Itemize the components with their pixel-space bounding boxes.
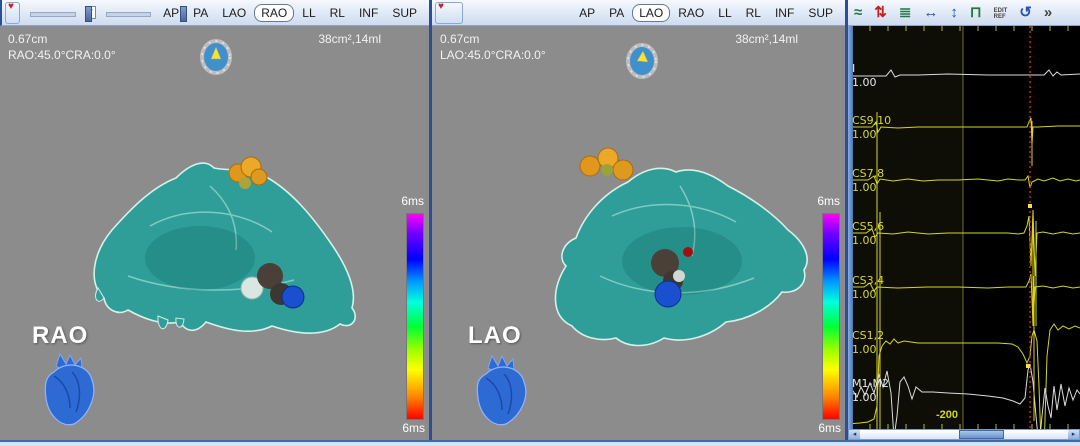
catheter-electrode-olive [601, 164, 613, 176]
catheter-electrode-blue [282, 286, 304, 308]
scroll-left-icon[interactable]: ◂ [849, 430, 860, 439]
orientation-button-inf[interactable]: INF [353, 5, 384, 21]
view-label: RAO [32, 322, 88, 350]
catheter-electrode-orange [251, 169, 267, 185]
colorbar-max-label: 6ms [401, 194, 424, 208]
mapping-workstation: { "rao_panel": { "orientation": {"button… [0, 0, 1080, 446]
trace-gain: 1.00 [852, 181, 877, 194]
trace-label[interactable]: CS9,10 [852, 114, 891, 127]
trace-gain: 1.00 [852, 343, 877, 356]
pulse-icon[interactable]: ⊓ [970, 1, 982, 25]
lesion-marker-red [683, 247, 693, 257]
catheter-electrode-blue [655, 281, 681, 307]
reference-heart-icon[interactable] [26, 352, 116, 432]
orientation-buttons: APPALAORAOLLRLINFSUP [157, 4, 429, 22]
signal-toolbar: ≈ ⇅ ≣ ↔ ↕ ⊓ EDITREF ↺ » [848, 0, 1080, 26]
surface-shadow [145, 226, 255, 290]
trace-gain: 1.00 [852, 234, 877, 247]
slider-track [106, 12, 152, 17]
orientation-button-rao[interactable]: RAO [672, 5, 710, 21]
status-bar [0, 440, 1080, 446]
heart-view-button[interactable]: ♥ [5, 2, 20, 24]
zoom-slider[interactable] [106, 6, 152, 20]
heart-icon: ♥ [8, 1, 14, 12]
orientation-button-pa[interactable]: PA [603, 5, 630, 21]
rao-toolbar: ♥ ✓ APPALAORAOLLRLINFSUP [0, 0, 429, 26]
orientation-button-ll[interactable]: LL [712, 5, 737, 21]
trace-gain: 1.00 [852, 288, 877, 301]
heart-view-button[interactable]: ♥ [435, 2, 463, 24]
trace-label[interactable]: I [852, 62, 855, 75]
orientation-button-sup[interactable]: SUP [802, 5, 839, 21]
trace-label[interactable]: CS5,6 [852, 220, 884, 233]
time-axis-label: -200 [936, 409, 958, 421]
orientation-button-ll[interactable]: LL [296, 5, 321, 21]
lat-colorbar [406, 213, 424, 420]
view-label: LAO [468, 322, 522, 350]
trace-label[interactable]: CS7,8 [852, 167, 884, 180]
catheter-electrode-orange [580, 156, 600, 176]
trace-label[interactable]: CS3,4 [852, 274, 884, 287]
lao-toolbar: ♥ APPALAORAOLLRLINFSUP [432, 0, 845, 26]
rotation-slider[interactable] [30, 6, 76, 20]
caliper-vertical-icon[interactable]: ⇅ [874, 1, 887, 25]
trace-gain: 1.00 [852, 391, 877, 404]
orientation-buttons: APPALAORAOLLRLINFSUP [573, 4, 845, 22]
annotation-marker [1026, 364, 1030, 368]
slider-track [30, 12, 76, 17]
overflow-icon[interactable]: » [1044, 1, 1052, 25]
orientation-button-lao[interactable]: LAO [632, 4, 670, 22]
catheter-tip-white [673, 270, 685, 282]
edit-ref-icon[interactable]: EDITREF [994, 8, 1008, 20]
orientation-button-ap[interactable]: AP [573, 5, 601, 21]
orientation-button-pa[interactable]: PA [187, 5, 214, 21]
rao-viewport[interactable]: 0.67cm RAO:45.0°CRA:0.0° 38cm²,14ml RAO … [0, 26, 429, 440]
orientation-button-sup[interactable]: SUP [386, 5, 423, 21]
catheter-electrode-orange [613, 160, 633, 180]
signal-horizontal-scrollbar[interactable]: ◂ ▸ [848, 429, 1080, 440]
trace-list-icon[interactable]: ≣ [899, 1, 912, 25]
egm-signal-area[interactable]: -200 I1.00CS9,101.00CS7,81.00CS5,61.00CS… [848, 26, 1080, 431]
reference-heart-icon[interactable] [462, 352, 552, 432]
colorbar-max-label: 6ms [817, 194, 840, 208]
loop-icon[interactable]: ↺ [1019, 1, 1032, 25]
lao-viewport[interactable]: 0.67cm LAO:45.0°CRA:0.0° 38cm²,14ml LAO … [432, 26, 845, 440]
catheter-electrode-olive [239, 177, 251, 189]
trace-label[interactable]: M1-M2 [852, 377, 889, 390]
heart-icon: ♥ [438, 1, 444, 12]
colorbar-min-label: 6ms [818, 421, 841, 435]
annotation-marker [1028, 204, 1032, 208]
lat-colorbar [822, 213, 840, 420]
trace-gain: 1.00 [852, 128, 877, 141]
colorbar-min-label: 6ms [402, 421, 425, 435]
orientation-button-lao[interactable]: LAO [216, 5, 252, 21]
orientation-button-rl[interactable]: RL [324, 5, 351, 21]
waveform-icon[interactable]: ≈ [854, 1, 862, 25]
amplitude-caliper-icon[interactable]: ↕ [950, 1, 958, 25]
orientation-button-rl[interactable]: RL [740, 5, 767, 21]
slider-handle[interactable] [180, 6, 187, 22]
orientation-button-rao[interactable]: RAO [254, 4, 294, 22]
slider-handle[interactable] [85, 6, 92, 22]
scrollbar-thumb[interactable] [959, 430, 1004, 439]
orientation-button-inf[interactable]: INF [769, 5, 800, 21]
trace-gain: 1.00 [852, 76, 877, 89]
scroll-right-icon[interactable]: ▸ [1068, 430, 1079, 439]
trace-label[interactable]: CS1,2 [852, 329, 884, 342]
time-caliper-icon[interactable]: ↔ [923, 1, 938, 25]
